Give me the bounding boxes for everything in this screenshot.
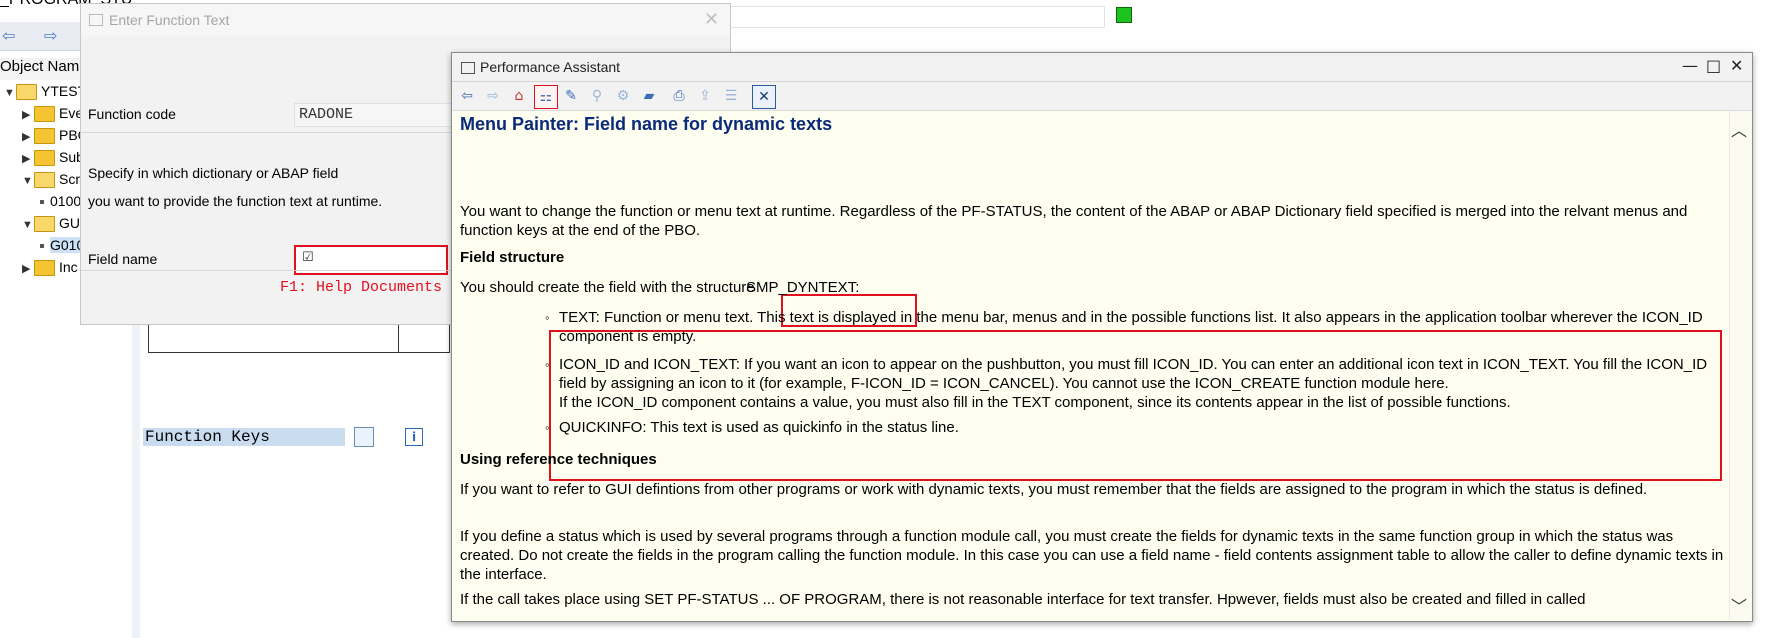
- dialog-title: Enter Function Text: [109, 12, 230, 28]
- forward-arrow-icon[interactable]: ⇨: [44, 26, 57, 45]
- folder-icon: [34, 150, 55, 167]
- f1-help-hint: F1: Help Documents: [280, 279, 443, 296]
- bullet-icon: [40, 200, 44, 205]
- forward-icon[interactable]: ⇨: [482, 85, 504, 107]
- tree-node-screen-0100[interactable]: 0100: [40, 190, 81, 212]
- folder-icon: [34, 260, 55, 277]
- window-icon: [89, 14, 103, 26]
- list-item: ◦ TEXT: Function or menu text. This text…: [545, 308, 1709, 346]
- tree-node-screens[interactable]: ▼ Scr: [22, 168, 80, 190]
- instruction-text-line2: you want to provide the function text at…: [88, 193, 383, 209]
- export-icon[interactable]: ⇪: [694, 85, 716, 107]
- expand-arrow-icon[interactable]: ▶: [22, 258, 34, 280]
- tree-node-label: Scr: [59, 171, 80, 187]
- reference-paragraph: If the call takes place using SET PF-STA…: [460, 591, 1586, 608]
- tree-node-label: 0100: [50, 193, 82, 209]
- list-item-text: TEXT: Function or menu text. This text i…: [559, 309, 1703, 345]
- instruction-text-line1: Specify in which dictionary or ABAP fiel…: [88, 165, 339, 181]
- home-icon[interactable]: ⌂: [508, 85, 530, 107]
- tree-node-root[interactable]: ▼ YTEST: [4, 80, 86, 102]
- edit-icon[interactable]: ✎: [560, 85, 582, 107]
- folder-open-icon: [34, 216, 55, 233]
- tree-node-label: Inc: [59, 259, 78, 275]
- vertical-scrollbar[interactable]: [1729, 111, 1752, 619]
- minimize-icon[interactable]: —: [1682, 56, 1698, 75]
- reference-paragraph: If you define a status which is used by …: [460, 528, 1724, 583]
- tree-node-g010[interactable]: G010: [40, 234, 85, 256]
- expand-section-icon[interactable]: [354, 427, 374, 447]
- window-title: Performance Assistant: [480, 59, 621, 75]
- info-icon[interactable]: i: [405, 428, 423, 446]
- command-field[interactable]: [729, 6, 1105, 28]
- search-icon[interactable]: ⚲: [586, 85, 608, 107]
- performance-assistant-window: Performance Assistant — □ ✕ ⇦ ⇨ ⌂ ⚏ ✎ ⚲ …: [451, 52, 1753, 622]
- reference-paragraph: If you want to refer to GUI defintions f…: [460, 481, 1648, 498]
- close-icon[interactable]: ✕: [752, 85, 776, 109]
- structure-name: SMP_DYNTEXT:: [746, 279, 860, 296]
- bullet-icon: [40, 244, 44, 249]
- tree-node-gui-status[interactable]: ▼ GUI: [22, 212, 84, 234]
- document-icon[interactable]: ☰: [720, 85, 742, 107]
- display-icon[interactable]: ▰: [638, 85, 660, 107]
- expand-arrow-icon[interactable]: ▼: [22, 170, 34, 192]
- function-code-label: Function code: [88, 106, 176, 122]
- list-item-text: QUICKINFO: This text is used as quickinf…: [559, 419, 959, 436]
- tree-node-pbo[interactable]: ▶ PBO: [22, 124, 89, 146]
- expand-arrow-icon[interactable]: ▶: [22, 126, 34, 148]
- scroll-down-icon[interactable]: ﹀: [1731, 593, 1747, 617]
- folder-icon: [34, 128, 55, 145]
- assistant-toolbar: ⇦ ⇨ ⌂ ⚏ ✎ ⚲ ⚙ ▰ ⎙ ⇪ ☰ ✕: [452, 82, 1752, 111]
- field-name-label: Field name: [88, 251, 158, 267]
- expand-arrow-icon[interactable]: ▶: [22, 104, 34, 126]
- close-icon[interactable]: ✕: [704, 9, 719, 30]
- list-item: ◦ ICON_ID and ICON_TEXT: If you want an …: [545, 355, 1709, 412]
- help-content: Menu Painter: Field name for dynamic tex…: [460, 111, 1726, 619]
- help-heading: Menu Painter: Field name for dynamic tex…: [460, 114, 833, 134]
- expand-arrow-icon[interactable]: ▶: [22, 148, 34, 170]
- tree-node-subroutines[interactable]: ▶ Sub: [22, 146, 84, 168]
- print-icon[interactable]: ⎙: [668, 85, 690, 107]
- bullet-icon: ◦: [545, 357, 550, 372]
- window-icon: [461, 62, 475, 74]
- reference-heading: Using reference techniques: [460, 451, 657, 468]
- tree-node-events[interactable]: ▶ Eve: [22, 102, 83, 124]
- field-structure-heading: Field structure: [460, 249, 565, 266]
- checkbox-icon[interactable]: ☑: [302, 250, 314, 265]
- intro-paragraph: You want to change the function or menu …: [460, 203, 1688, 239]
- status-light-icon: [1116, 7, 1132, 23]
- back-icon[interactable]: ⇦: [456, 85, 478, 107]
- structure-sentence: You should create the field with the str…: [460, 279, 755, 296]
- bullet-icon: ◦: [545, 310, 550, 325]
- list-item: ◦ QUICKINFO: This text is used as quicki…: [545, 418, 1709, 437]
- expand-arrow-icon[interactable]: ▼: [4, 82, 16, 104]
- maximize-icon[interactable]: □: [1706, 56, 1721, 75]
- expand-arrow-icon[interactable]: ▼: [22, 214, 34, 236]
- scroll-up-icon[interactable]: ︿: [1731, 117, 1747, 141]
- back-arrow-icon[interactable]: ⇦: [2, 26, 15, 45]
- function-keys-label[interactable]: Function Keys: [143, 428, 345, 446]
- folder-icon: [34, 106, 55, 123]
- window-titlebar: [452, 53, 1752, 82]
- bullet-icon: ◦: [545, 420, 550, 435]
- close-window-icon[interactable]: ✕: [1730, 56, 1743, 75]
- folder-open-icon: [16, 84, 37, 101]
- list-item-text: If the ICON_ID component contains a valu…: [559, 394, 1511, 411]
- structure-icon[interactable]: ⚏: [534, 85, 558, 109]
- list-item-text: ICON_ID and ICON_TEXT: If you want an ic…: [559, 356, 1708, 392]
- tree-node-includes[interactable]: ▶ Inc: [22, 256, 78, 278]
- folder-open-icon: [34, 172, 55, 189]
- settings-icon[interactable]: ⚙: [612, 85, 634, 107]
